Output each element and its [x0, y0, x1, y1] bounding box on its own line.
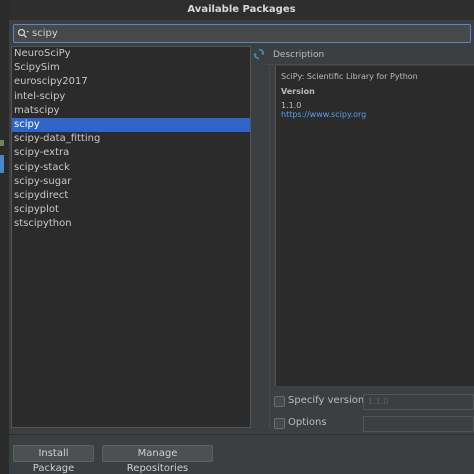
ide-marker — [0, 140, 4, 146]
description-separator — [267, 64, 474, 65]
ide-marker — [0, 155, 4, 173]
package-list-item[interactable]: NeuroSciPy — [12, 47, 250, 61]
package-summary: SciPy: Scientific Library for Python — [281, 72, 418, 81]
package-list-item[interactable]: euroscipy2017 — [12, 75, 250, 89]
options-row: Options — [274, 416, 474, 434]
package-list-item[interactable]: scipy-stack — [12, 161, 250, 175]
specify-version-label: Specify version — [288, 395, 365, 406]
package-list-item[interactable]: intel-scipy — [12, 90, 250, 104]
panel-divider — [269, 66, 270, 428]
description-panel: SciPy: Scientific Library for Python Ver… — [275, 66, 474, 386]
available-packages-dialog: NeuroSciPyScipySimeuroscipy2017intel-sci… — [9, 20, 474, 474]
package-list-item[interactable]: scipy-sugar — [12, 175, 250, 189]
specify-version-checkbox[interactable] — [274, 396, 285, 407]
options-checkbox[interactable] — [274, 418, 285, 429]
package-list-item[interactable]: scipy — [12, 117, 250, 133]
ide-side-strip — [0, 0, 9, 474]
package-list-item[interactable]: scipy-data_fitting — [12, 132, 250, 146]
specify-version-row: Specify version 1.1.0 — [274, 394, 474, 412]
search-input[interactable] — [32, 26, 462, 41]
install-package-button[interactable]: Install Package — [13, 445, 94, 474]
options-input[interactable] — [363, 416, 474, 432]
package-list-item[interactable]: scipyplot — [12, 203, 250, 217]
options-label: Options — [288, 417, 327, 428]
package-list[interactable]: NeuroSciPy ScipySim euroscipy2017 intel-sci… — [11, 46, 251, 428]
package-list-item[interactable]: scipy-extra — [12, 146, 250, 160]
package-list-item[interactable]: stscipython — [12, 217, 250, 231]
manage-repositories-button[interactable]: Manage Repositories — [102, 445, 213, 474]
description-heading: Description — [273, 50, 325, 60]
bottom-separator — [9, 434, 474, 435]
window-title: Available Packages — [187, 4, 296, 15]
package-homepage-link[interactable]: https://www.scipy.org — [281, 110, 469, 119]
version-select[interactable]: 1.1.0 — [363, 394, 474, 410]
title-bar: Available Packages — [9, 0, 474, 20]
refresh-icon[interactable] — [253, 48, 265, 60]
package-list-item[interactable]: ScipySim — [12, 61, 250, 75]
package-list-item[interactable]: scipydirect — [12, 189, 250, 203]
version-heading: Version — [281, 87, 315, 96]
package-list-item[interactable]: matscipy — [12, 104, 250, 118]
search-icon — [17, 28, 29, 38]
package-version: 1.1.0 — [281, 101, 302, 110]
search-box[interactable] — [13, 24, 471, 43]
